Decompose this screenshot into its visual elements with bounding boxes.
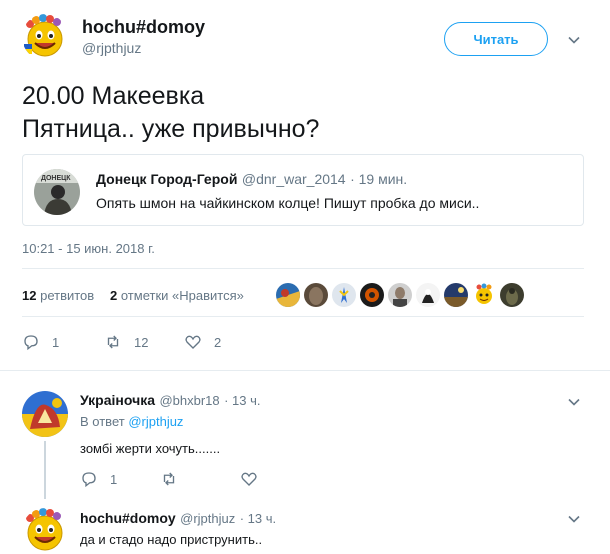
reply-like-button[interactable] — [240, 470, 258, 488]
reply-text: зомбі жерти хочуть....... — [80, 441, 221, 456]
reply-avatar[interactable] — [22, 391, 68, 437]
liker-avatar[interactable] — [472, 283, 496, 307]
tweet-line-2: Пятница.. уже привычно? — [22, 115, 320, 143]
chevron-down-icon — [568, 515, 580, 523]
quoted-name: Донецк Город-Герой — [96, 171, 238, 187]
quoted-header: Донецк Город-Герой @dnr_war_2014 · 19 ми… — [96, 171, 407, 189]
chevron-down-icon — [568, 398, 580, 406]
liker-avatar[interactable] — [332, 283, 356, 307]
likes-count: 2 — [110, 288, 118, 303]
liker-avatars — [276, 283, 524, 307]
quoted-time: · 19 мин. — [350, 171, 408, 187]
reply-avatar-icon — [22, 391, 68, 437]
quoted-handle: @dnr_war_2014 — [241, 171, 346, 187]
author-avatar[interactable] — [22, 14, 68, 60]
retweet-button[interactable]: 12 — [104, 333, 148, 351]
liker-avatar[interactable] — [500, 283, 524, 307]
reply-icon — [82, 472, 96, 488]
retweet-icon — [163, 472, 175, 486]
divider — [0, 370, 610, 371]
reply-name[interactable]: Украіночка — [80, 392, 155, 408]
like-count: 2 — [214, 334, 222, 350]
quoted-tweet[interactable]: ДОНЕЦК Донецк Город-Герой @dnr_war_2014 … — [22, 154, 584, 226]
like-button[interactable]: 2 — [184, 333, 221, 351]
reply-to-handle-link[interactable]: @rjpthjuz — [128, 414, 183, 429]
reply-name[interactable]: hochu#domoy — [80, 510, 176, 526]
liker-avatar[interactable] — [360, 283, 384, 307]
reply-time[interactable]: · 13 ч. — [240, 511, 276, 526]
like-stats[interactable]: 2 отметки «Нравится» — [110, 288, 244, 303]
reply-to: В ответ @rjpthjuz — [80, 414, 183, 429]
reply-menu-chevron[interactable] — [567, 512, 581, 531]
smiley-avatar-icon — [22, 14, 68, 60]
divider — [22, 316, 584, 317]
heart-icon — [241, 472, 257, 486]
divider — [22, 268, 584, 269]
reply-text: да и стадо надо приструнить.. — [80, 532, 263, 547]
quoted-avatar: ДОНЕЦК — [34, 169, 80, 215]
reply-menu-chevron[interactable] — [567, 395, 581, 414]
quoted-text: Опять шмон на чайкинском колце! Пишут пр… — [96, 195, 480, 211]
retweet-stats[interactable]: 12 ретвитов — [22, 288, 94, 303]
reply-to-prefix: В ответ — [80, 414, 125, 429]
reply-reply-count: 1 — [110, 471, 118, 487]
retweet-icon — [107, 335, 119, 349]
liker-avatar[interactable] — [416, 283, 440, 307]
reply-handle[interactable]: @rjpthjuz — [180, 511, 235, 526]
reply-header: Украіночка @bhxbr18 · 13 ч. — [80, 392, 261, 410]
thread-line — [44, 441, 46, 499]
tweet-timestamp[interactable]: 10:21 - 15 июн. 2018 г. — [22, 241, 155, 256]
reply-retweet-button[interactable] — [160, 470, 178, 488]
liker-avatar[interactable] — [276, 283, 300, 307]
retweet-count: 12 — [134, 334, 149, 350]
liker-avatar[interactable] — [444, 283, 468, 307]
likes-label: отметки «Нравится» — [120, 288, 244, 303]
tweet-line-1: 20.00 Макеевка — [22, 82, 205, 110]
smiley-avatar-icon — [22, 508, 68, 554]
chevron-down-icon[interactable] — [567, 33, 581, 52]
soldier-avatar-icon: ДОНЕЦК — [34, 169, 80, 215]
retweets-count: 12 — [22, 288, 37, 303]
reply-count: 1 — [52, 334, 60, 350]
retweets-label: ретвитов — [40, 288, 95, 303]
tweet-text: 20.00 Макеевка Пятница.. уже привычно? — [22, 80, 319, 146]
reply-handle[interactable]: @bhxbr18 — [159, 393, 219, 408]
liker-avatar[interactable] — [304, 283, 328, 307]
reply-icon — [24, 335, 38, 351]
reply-avatar[interactable] — [22, 508, 68, 554]
liker-avatar[interactable] — [388, 283, 412, 307]
reply-header: hochu#domoy @rjpthjuz · 13 ч. — [80, 510, 276, 528]
heart-icon — [185, 335, 201, 349]
reply-button[interactable]: 1 — [22, 333, 59, 351]
author-handle[interactable]: @rjpthjuz — [82, 40, 141, 56]
follow-button[interactable]: Читать — [444, 22, 548, 56]
author-name[interactable]: hochu#domoy — [82, 17, 205, 38]
quoted-avatar-label: ДОНЕЦК — [41, 175, 71, 182]
reply-time[interactable]: · 13 ч. — [224, 393, 260, 408]
reply-reply-button[interactable]: 1 — [80, 470, 117, 488]
